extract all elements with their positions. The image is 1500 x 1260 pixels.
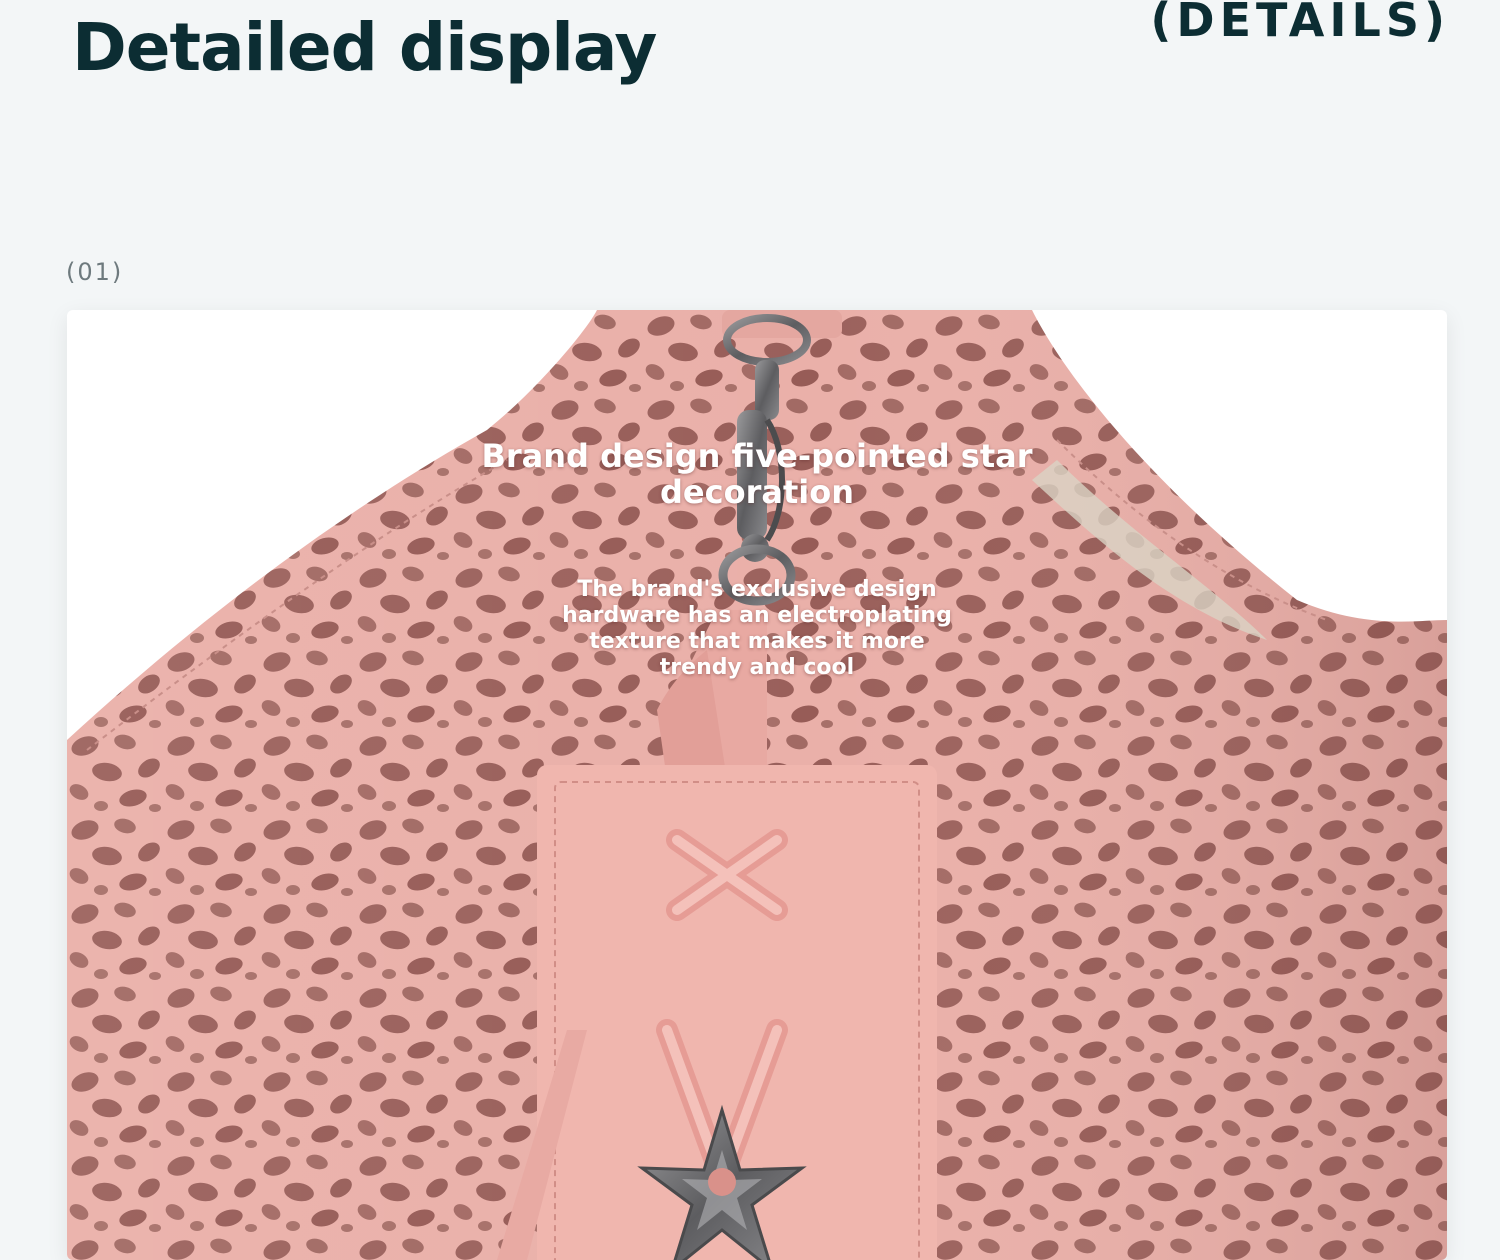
product-photo-card: Brand design five-pointed star decoratio… [67, 310, 1447, 1260]
feature-description: The brand's exclusive design hardware ha… [562, 577, 952, 680]
feature-title: Brand design five-pointed star decoratio… [481, 437, 1033, 511]
item-number: (01) [66, 258, 124, 286]
page-title: Detailed display [72, 9, 657, 86]
details-tag: (DETAILS) [1150, 0, 1450, 47]
